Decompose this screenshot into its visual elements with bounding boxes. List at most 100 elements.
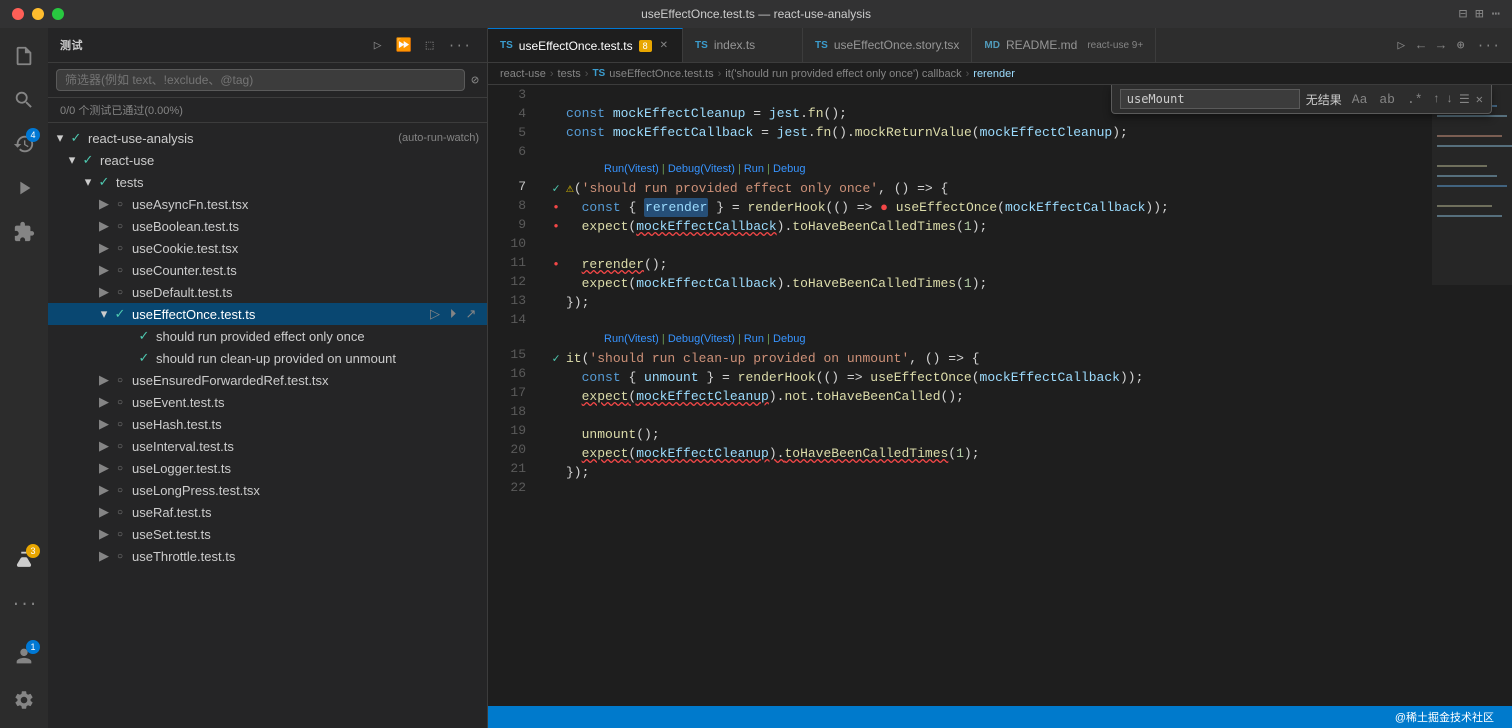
expand-icon[interactable]: ▶ bbox=[96, 438, 112, 454]
search-nav-down-button[interactable]: ↓ bbox=[1446, 92, 1453, 106]
expand-icon[interactable]: ▶ bbox=[96, 196, 112, 212]
expand-icon[interactable]: ▶ bbox=[96, 394, 112, 410]
show-output-button[interactable]: ⬚ bbox=[422, 36, 438, 55]
test-filter-input[interactable] bbox=[56, 69, 465, 91]
expand-icon[interactable]: ▶ bbox=[96, 548, 112, 564]
filter-icon[interactable]: ⊘ bbox=[471, 73, 479, 88]
bc-tests[interactable]: tests bbox=[558, 68, 581, 80]
more-activity-icon[interactable]: ··· bbox=[4, 584, 44, 624]
split-editor-button[interactable]: ▷ bbox=[1393, 36, 1409, 55]
run-test-file-button[interactable]: ▷ bbox=[427, 306, 443, 322]
tree-item-useThrottle[interactable]: ▶ ○ useThrottle.test.ts bbox=[48, 545, 487, 567]
navigate-forward-button[interactable]: → bbox=[1433, 36, 1449, 55]
tree-item-useLongPress[interactable]: ▶ ○ useLongPress.test.tsx bbox=[48, 479, 487, 501]
tab-close-button[interactable]: ✕ bbox=[658, 38, 670, 53]
sidebar-header-icons[interactable]: ▷ ⏩ ⬚ ··· bbox=[370, 36, 475, 55]
run-vitest-1[interactable]: Run(Vitest) bbox=[604, 163, 659, 175]
test-search-bar[interactable]: ⊘ bbox=[48, 63, 487, 98]
expand-icon[interactable]: ▶ bbox=[96, 526, 112, 542]
tree-item-useRaf[interactable]: ▶ ○ useRaf.test.ts bbox=[48, 501, 487, 523]
expand-icon[interactable]: ▶ bbox=[96, 504, 112, 520]
debug-vitest-2[interactable]: Debug(Vitest) bbox=[668, 333, 735, 345]
tree-item-useAsyncFn[interactable]: ▶ ○ useAsyncFn.test.tsx bbox=[48, 193, 487, 215]
search-list-button[interactable]: ☰ bbox=[1459, 92, 1470, 107]
use-regex-button[interactable]: .* bbox=[1403, 90, 1427, 109]
match-word-button[interactable]: ab bbox=[1375, 90, 1399, 109]
expand-icon[interactable]: ▾ bbox=[52, 130, 68, 146]
close-button[interactable] bbox=[12, 8, 24, 20]
tree-item-useCounter[interactable]: ▶ ○ useCounter.test.ts bbox=[48, 259, 487, 281]
run-1[interactable]: Run bbox=[744, 163, 764, 175]
bc-react-use[interactable]: react-use bbox=[500, 68, 546, 80]
window-controls[interactable] bbox=[12, 8, 64, 20]
tree-item-react-use[interactable]: ▾ ✓ react-use bbox=[48, 149, 487, 171]
debug-test-file-button[interactable]: ⏵ bbox=[445, 306, 461, 322]
tab-useEffectOnce-story[interactable]: TS useEffectOnce.story.tsx bbox=[803, 28, 972, 62]
expand-icon[interactable]: ▶ bbox=[96, 372, 112, 388]
expand-icon[interactable]: ▶ bbox=[96, 482, 112, 498]
tree-item-useCookie[interactable]: ▶ ○ useCookie.test.tsx bbox=[48, 237, 487, 259]
expand-icon[interactable]: ▾ bbox=[64, 152, 80, 168]
tab-readme[interactable]: MD README.md react-use 9+ bbox=[972, 28, 1156, 62]
expand-icon[interactable]: ▶ bbox=[96, 240, 112, 256]
files-activity-icon[interactable] bbox=[4, 36, 44, 76]
search-nav-up-button[interactable]: ↑ bbox=[1433, 92, 1440, 106]
open-changes-button[interactable]: ⊕ bbox=[1453, 36, 1469, 55]
expand-icon[interactable]: ▶ bbox=[96, 284, 112, 300]
layout-icon-3[interactable]: ⋯ bbox=[1492, 6, 1500, 23]
tab-index[interactable]: TS index.ts bbox=[683, 28, 803, 62]
tab-bar-right-icons[interactable]: ▷ ← → ⊕ ··· bbox=[1385, 28, 1512, 62]
run-vitest-2[interactable]: Run(Vitest) bbox=[604, 333, 659, 345]
tree-item-tests[interactable]: ▾ ✓ tests bbox=[48, 171, 487, 193]
go-to-file-button[interactable]: ↗ bbox=[463, 306, 479, 322]
debug-vitest-1[interactable]: Debug(Vitest) bbox=[668, 163, 735, 175]
run-debug-activity-icon[interactable] bbox=[4, 168, 44, 208]
expand-icon[interactable]: ▶ bbox=[96, 262, 112, 278]
match-case-button[interactable]: Aa bbox=[1348, 90, 1372, 109]
debug-2[interactable]: Debug bbox=[773, 333, 805, 345]
bc-test-name[interactable]: it('should run provided effect only once… bbox=[725, 68, 961, 80]
expand-icon[interactable]: ▾ bbox=[80, 174, 96, 190]
tree-item-react-use-analysis[interactable]: ▾ ✓ react-use-analysis (auto-run-watch) bbox=[48, 127, 487, 149]
expand-icon[interactable]: ▶ bbox=[96, 416, 112, 432]
tree-item-useHash[interactable]: ▶ ○ useHash.test.ts bbox=[48, 413, 487, 435]
expand-icon[interactable]: ▶ bbox=[96, 218, 112, 234]
tree-item-useInterval[interactable]: ▶ ○ useInterval.test.ts bbox=[48, 435, 487, 457]
tab-useEffectOnce-test[interactable]: TS useEffectOnce.test.ts 8 ✕ bbox=[488, 28, 683, 62]
search-activity-icon[interactable] bbox=[4, 80, 44, 120]
run-tests-with-coverage-button[interactable]: ⏩ bbox=[392, 36, 416, 55]
source-control-activity-icon[interactable]: 4 bbox=[4, 124, 44, 164]
extensions-activity-icon[interactable] bbox=[4, 212, 44, 252]
tree-item-useSet[interactable]: ▶ ○ useSet.test.ts bbox=[48, 523, 487, 545]
tree-item-useEvent[interactable]: ▶ ○ useEvent.test.ts bbox=[48, 391, 487, 413]
run-all-tests-button[interactable]: ▷ bbox=[370, 36, 386, 55]
expand-icon[interactable]: ▶ bbox=[96, 460, 112, 476]
more-editor-actions-button[interactable]: ··· bbox=[1473, 36, 1504, 55]
run-2[interactable]: Run bbox=[744, 333, 764, 345]
navigate-back-button[interactable]: ← bbox=[1413, 36, 1429, 55]
tree-item-useEnsuredForwardedRef[interactable]: ▶ ○ useEnsuredForwardedRef.test.tsx bbox=[48, 369, 487, 391]
test-activity-icon[interactable]: 3 bbox=[4, 540, 44, 580]
tree-item-useLogger[interactable]: ▶ ○ useLogger.test.ts bbox=[48, 457, 487, 479]
search-overlay-icons[interactable]: Aa ab .* bbox=[1348, 90, 1427, 109]
search-overlay-input[interactable] bbox=[1120, 89, 1300, 109]
search-close-button[interactable]: ✕ bbox=[1476, 92, 1483, 107]
code-line-19: unmount(); bbox=[546, 425, 1432, 444]
debug-1[interactable]: Debug bbox=[773, 163, 805, 175]
tree-item-useEffectOnce[interactable]: ▾ ✓ useEffectOnce.test.ts ▷ ⏵ ↗ bbox=[48, 303, 487, 325]
tree-item-useDefault[interactable]: ▶ ○ useDefault.test.ts bbox=[48, 281, 487, 303]
bc-file[interactable]: useEffectOnce.test.ts bbox=[609, 68, 713, 80]
account-activity-icon[interactable]: 1 bbox=[4, 636, 44, 676]
minimize-button[interactable] bbox=[32, 8, 44, 20]
maximize-button[interactable] bbox=[52, 8, 64, 20]
tree-item-test2[interactable]: ✓ should run clean-up provided on unmoun… bbox=[48, 347, 487, 369]
settings-activity-icon[interactable] bbox=[4, 680, 44, 720]
layout-icon-2[interactable]: ⊞ bbox=[1475, 6, 1483, 23]
expand-icon[interactable]: ▾ bbox=[96, 306, 112, 322]
tree-item-test1[interactable]: ✓ should run provided effect only once bbox=[48, 325, 487, 347]
code-editor[interactable]: const mockEffectCleanup = jest.fn(); con… bbox=[538, 85, 1432, 706]
more-test-actions-button[interactable]: ··· bbox=[444, 36, 475, 55]
tree-item-useBoolean[interactable]: ▶ ○ useBoolean.test.ts bbox=[48, 215, 487, 237]
title-bar-right-icons[interactable]: ⊟ ⊞ ⋯ bbox=[1459, 6, 1500, 23]
layout-icon-1[interactable]: ⊟ bbox=[1459, 6, 1467, 23]
